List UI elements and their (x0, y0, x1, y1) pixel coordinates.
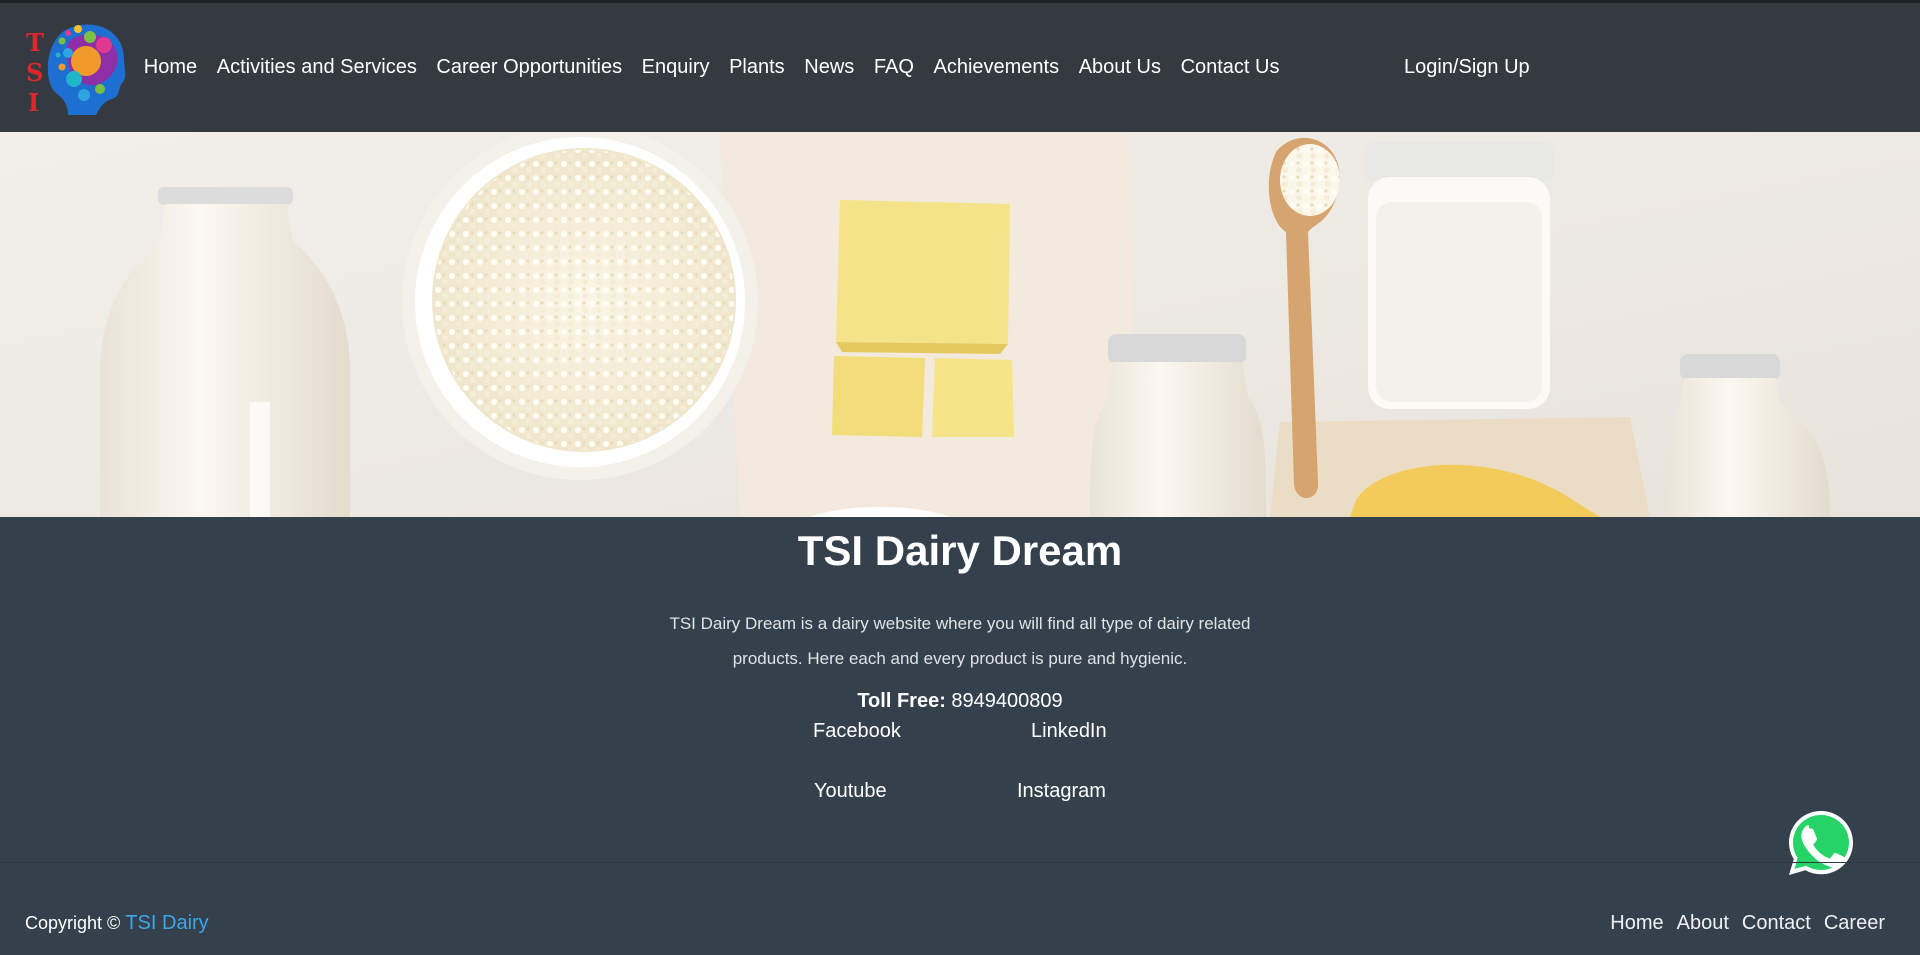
linkedin-link[interactable]: LinkedIn (1031, 719, 1107, 743)
main-nav: Home Activities and Services Career Oppo… (134, 55, 1289, 79)
copyright: Copyright © TSI Dairy (25, 911, 209, 935)
hero-banner-image (0, 132, 1920, 517)
footer-brand-link[interactable]: TSI Dairy (125, 912, 208, 934)
nav-career-opportunities[interactable]: Career Opportunities (427, 55, 632, 79)
nav-plants[interactable]: Plants (719, 55, 794, 79)
nav-enquiry[interactable]: Enquiry (632, 55, 719, 79)
footer-about-link[interactable]: About (1677, 911, 1729, 935)
toll-free: Toll Free: 8949400809 (0, 688, 1920, 714)
logo-letter-t: T (26, 28, 44, 57)
navbar: T S I Home Activities and Services Caree… (0, 3, 1920, 132)
footer-home-link[interactable]: Home (1610, 911, 1663, 935)
footer-career-link[interactable]: Career (1824, 911, 1885, 935)
nav-activities-services[interactable]: Activities and Services (207, 55, 427, 79)
site-description: TSI Dairy Dream is a dairy website where… (669, 614, 1251, 668)
nav-faq[interactable]: FAQ (864, 55, 924, 79)
footer-divider (0, 862, 1920, 863)
nav-about-us[interactable]: About Us (1069, 55, 1171, 79)
nav-news[interactable]: News (794, 55, 864, 79)
nav-achievements[interactable]: Achievements (924, 55, 1069, 79)
login-signup-link[interactable]: Login/Sign Up (1404, 55, 1530, 79)
nav-home[interactable]: Home (134, 55, 207, 79)
tsi-logo[interactable]: T S I (24, 19, 128, 121)
logo-letter-i: I (28, 88, 39, 117)
site-title: TSI Dairy Dream (797, 527, 1123, 574)
copyright-text: Copyright © (25, 913, 121, 933)
logo-letter-s: S (26, 58, 43, 87)
whatsapp-icon[interactable] (1786, 808, 1856, 878)
instagram-link[interactable]: Instagram (1017, 779, 1106, 803)
footer-nav: Home About Contact Career (1597, 911, 1885, 935)
footer-contact-link[interactable]: Contact (1742, 911, 1811, 935)
toll-free-label: Toll Free: (857, 690, 946, 712)
facebook-link[interactable]: Facebook (813, 719, 901, 743)
nav-contact-us[interactable]: Contact Us (1171, 55, 1290, 79)
youtube-link[interactable]: Youtube (814, 779, 887, 803)
toll-free-number: 8949400809 (951, 690, 1063, 712)
